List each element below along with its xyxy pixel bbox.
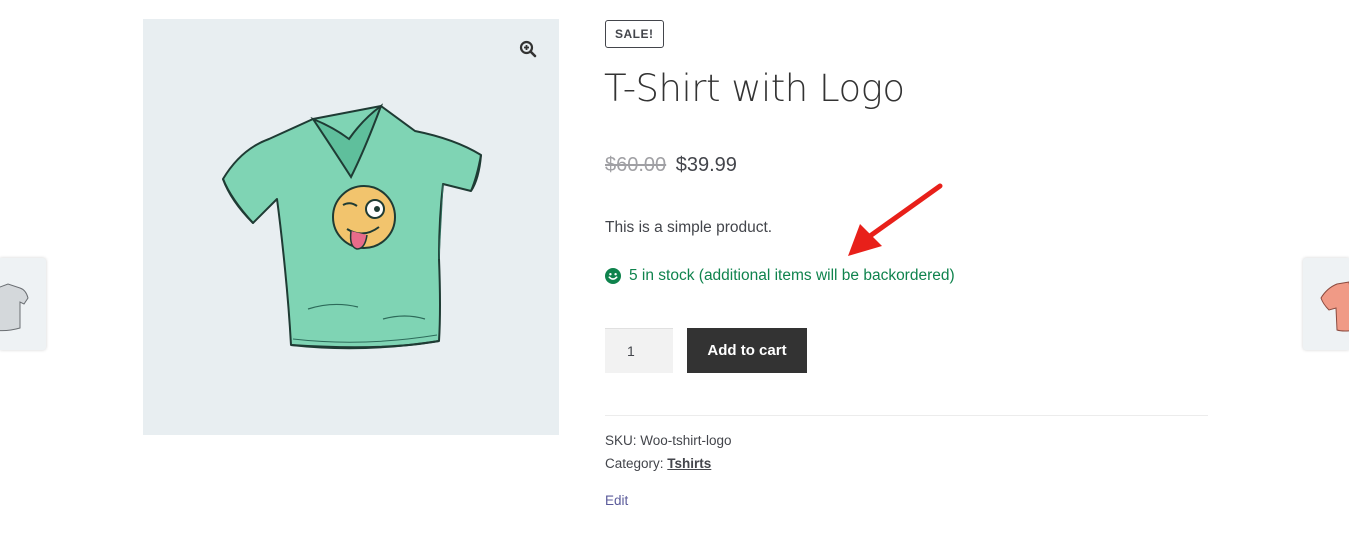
sku-meta: SKU: Woo-tshirt-logo	[605, 431, 732, 451]
category-link[interactable]: Tshirts	[667, 456, 711, 471]
quantity-input[interactable]	[605, 328, 673, 373]
divider	[605, 415, 1208, 416]
sku-value: Woo-tshirt-logo	[640, 433, 732, 448]
product-title: T-Shirt with Logo	[604, 67, 905, 110]
stock-status: 5 in stock (additional items will be bac…	[605, 265, 955, 287]
edit-link[interactable]: Edit	[605, 491, 628, 511]
next-product-link[interactable]	[1303, 258, 1349, 350]
smiley-icon	[605, 268, 621, 284]
add-to-cart-button[interactable]: Add to cart	[687, 328, 807, 373]
product-price: $60.00 $39.99	[605, 152, 737, 178]
previous-product-link[interactable]	[0, 258, 46, 350]
sale-badge: SALE!	[605, 20, 664, 48]
stock-text: 5 in stock (additional items will be bac…	[629, 267, 955, 284]
next-product-thumbnail	[1320, 281, 1349, 332]
sku-label: SKU:	[605, 433, 637, 448]
product-image[interactable]	[143, 19, 559, 435]
regular-price: $60.00	[605, 154, 667, 176]
red-arrow-annotation	[848, 183, 943, 256]
tshirt-with-logo-image	[222, 103, 482, 350]
category-label: Category:	[605, 456, 664, 471]
zoom-button[interactable]	[509, 30, 547, 68]
short-description: This is a simple product.	[605, 219, 773, 236]
sale-price: $39.99	[675, 154, 737, 176]
zoom-in-icon	[519, 40, 537, 58]
previous-product-thumbnail	[0, 283, 29, 332]
category-meta: Category: Tshirts	[605, 454, 711, 474]
